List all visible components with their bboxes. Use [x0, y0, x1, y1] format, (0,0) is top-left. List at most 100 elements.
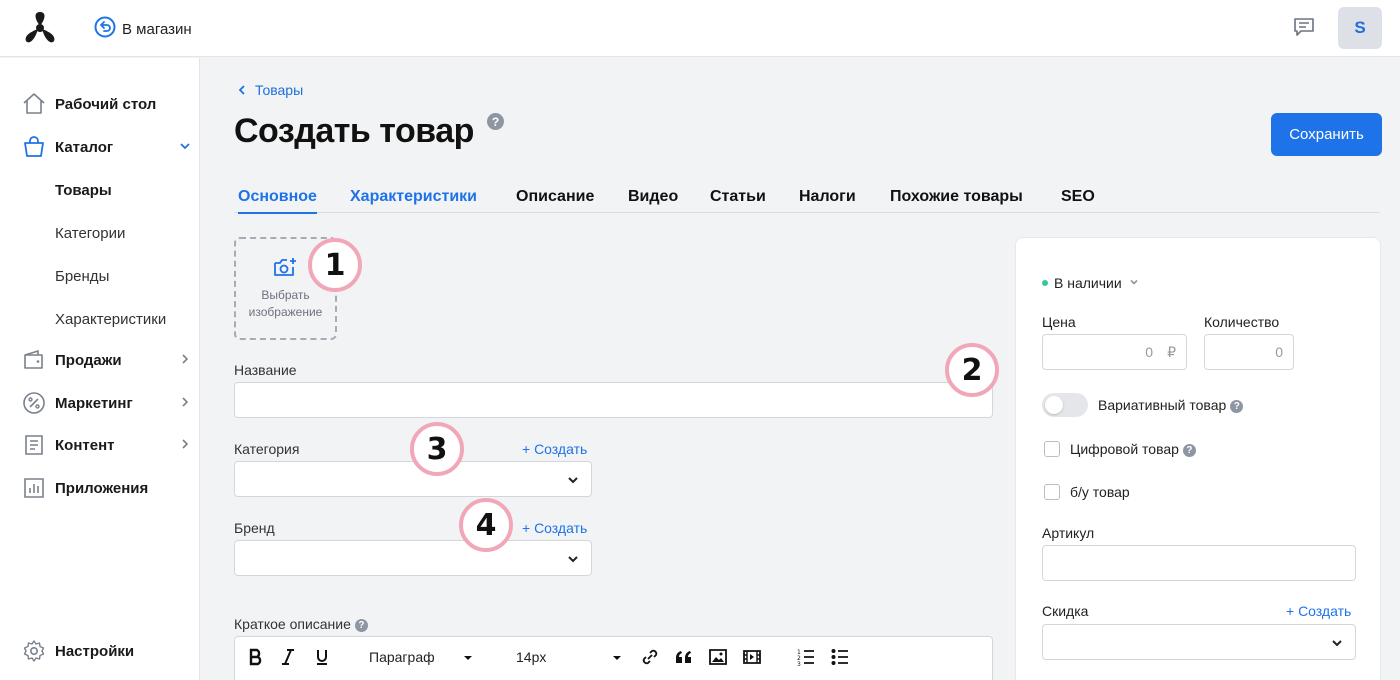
create-brand-link[interactable]: + Создать	[522, 520, 587, 536]
annotation-marker-4: 4	[459, 498, 513, 552]
top-bar: В магазин S	[0, 0, 1400, 57]
category-label: Категория	[234, 441, 300, 457]
italic-icon[interactable]	[281, 646, 295, 668]
rich-text-editor[interactable]: Параграф 14px 123	[234, 636, 993, 680]
logo-icon[interactable]	[20, 10, 60, 46]
sidebar-item-label: Приложения	[55, 479, 149, 497]
sidebar-sub-categories[interactable]: Категории	[55, 225, 125, 242]
category-select[interactable]	[234, 461, 592, 497]
video-icon[interactable]	[743, 646, 761, 668]
avatar[interactable]: S	[1338, 7, 1382, 49]
ordered-list-icon[interactable]: 123	[797, 646, 815, 668]
paragraph-label: Параграф	[369, 649, 435, 665]
underline-icon[interactable]	[315, 646, 329, 668]
upload-label-line2: изображение	[248, 305, 323, 319]
name-label: Название	[234, 362, 297, 378]
sidebar-sub-characteristics[interactable]: Характеристики	[55, 311, 166, 328]
chevron-right-icon	[178, 437, 192, 451]
caret-down-icon	[612, 648, 622, 666]
price-value: 0	[1145, 344, 1154, 360]
chevron-right-icon	[178, 352, 192, 366]
short-description-label: Краткое описание?	[234, 616, 368, 632]
tab-seo[interactable]: SEO	[1061, 188, 1095, 206]
tab-description[interactable]: Описание	[516, 188, 594, 206]
caret-down-icon	[463, 648, 473, 666]
sidebar-item-label: Продажи	[55, 351, 122, 369]
in-stock-dot	[1042, 280, 1048, 286]
sidebar-item-content[interactable]: Контент	[22, 431, 192, 459]
sidebar-sub-brands[interactable]: Бренды	[55, 268, 109, 285]
create-discount-link[interactable]: + Создать	[1286, 603, 1351, 619]
discount-select[interactable]	[1042, 624, 1356, 660]
help-icon[interactable]: ?	[1230, 400, 1244, 413]
brand-select[interactable]	[234, 540, 592, 576]
sidebar-sub-products[interactable]: Товары	[55, 182, 112, 199]
sidebar: Рабочий стол Каталог Товары Категории Бр…	[0, 58, 200, 680]
digital-label-text: Цифровой товар	[1070, 441, 1179, 457]
tab-related-products[interactable]: Похожие товары	[890, 188, 1023, 206]
sku-label: Артикул	[1042, 525, 1095, 541]
help-icon[interactable]: ?	[487, 113, 504, 130]
quantity-value: 0	[1275, 344, 1283, 360]
quantity-input[interactable]: 0	[1204, 334, 1294, 370]
svg-text:3: 3	[797, 661, 801, 666]
tab-video[interactable]: Видео	[628, 188, 678, 206]
gear-icon	[22, 639, 46, 663]
price-input[interactable]: 0 ₽	[1042, 334, 1187, 370]
bold-icon[interactable]	[248, 646, 264, 668]
stock-status-dropdown[interactable]: В наличии	[1042, 275, 1140, 291]
used-checkbox[interactable]	[1044, 484, 1060, 500]
paragraph-dropdown[interactable]: Параграф	[369, 646, 473, 668]
save-button[interactable]: Сохранить	[1271, 113, 1382, 156]
sidebar-item-marketing[interactable]: Маркетинг	[22, 389, 192, 417]
sidebar-item-label: Контент	[55, 436, 115, 454]
page-title: Создать товар	[234, 112, 474, 150]
quote-icon[interactable]	[675, 646, 693, 668]
chevron-down-icon	[1128, 275, 1140, 291]
digital-checkbox[interactable]	[1044, 441, 1060, 457]
create-category-link[interactable]: + Создать	[522, 441, 587, 457]
digital-label: Цифровой товар?	[1070, 441, 1196, 457]
tab-main[interactable]: Основное	[238, 188, 317, 214]
sidebar-item-apps[interactable]: Приложения	[22, 474, 192, 502]
sku-input[interactable]	[1042, 545, 1356, 581]
home-icon	[22, 92, 46, 116]
tab-characteristics[interactable]: Характеристики	[350, 188, 477, 206]
sidebar-item-sales[interactable]: Продажи	[22, 346, 192, 374]
quantity-label: Количество	[1204, 314, 1280, 330]
bar-chart-icon	[22, 476, 46, 500]
help-icon[interactable]: ?	[354, 619, 368, 632]
sidebar-item-dashboard[interactable]: Рабочий стол	[22, 90, 192, 118]
discount-label: Скидка	[1042, 603, 1089, 619]
sidebar-item-catalog[interactable]: Каталог	[22, 133, 192, 161]
tab-taxes[interactable]: Налоги	[799, 188, 856, 206]
chevron-down-icon	[1330, 636, 1344, 650]
link-icon[interactable]	[641, 646, 659, 668]
annotation-marker-2: 2	[945, 343, 999, 397]
tab-articles[interactable]: Статьи	[710, 188, 766, 206]
short-description-label-text: Краткое описание	[234, 616, 351, 632]
breadcrumb-label: Товары	[255, 82, 304, 98]
sidebar-item-label: Каталог	[55, 138, 114, 156]
camera-add-icon	[273, 256, 299, 283]
sidebar-item-settings[interactable]: Настройки	[22, 637, 192, 665]
chevron-down-icon	[178, 139, 192, 153]
wallet-icon	[22, 348, 46, 372]
breadcrumb[interactable]: Товары	[237, 82, 303, 98]
variative-toggle[interactable]	[1042, 393, 1088, 417]
chat-icon[interactable]	[1292, 15, 1316, 39]
sidebar-item-label: Маркетинг	[55, 394, 133, 412]
back-to-store-link[interactable]: В магазин	[94, 16, 192, 43]
annotation-marker-3: 3	[410, 422, 464, 476]
ruble-icon: ₽	[1167, 343, 1176, 360]
font-size-dropdown[interactable]: 14px	[516, 646, 622, 668]
bullet-list-icon[interactable]	[831, 646, 849, 668]
variative-label: Вариативный товар?	[1098, 397, 1244, 413]
font-size-label: 14px	[516, 649, 547, 665]
chevron-left-icon	[237, 82, 247, 98]
back-to-store-label: В магазин	[122, 21, 192, 38]
help-icon[interactable]: ?	[1182, 444, 1196, 457]
annotation-marker-1: 1	[308, 238, 362, 292]
image-icon[interactable]	[709, 646, 727, 668]
name-input[interactable]	[234, 382, 993, 418]
